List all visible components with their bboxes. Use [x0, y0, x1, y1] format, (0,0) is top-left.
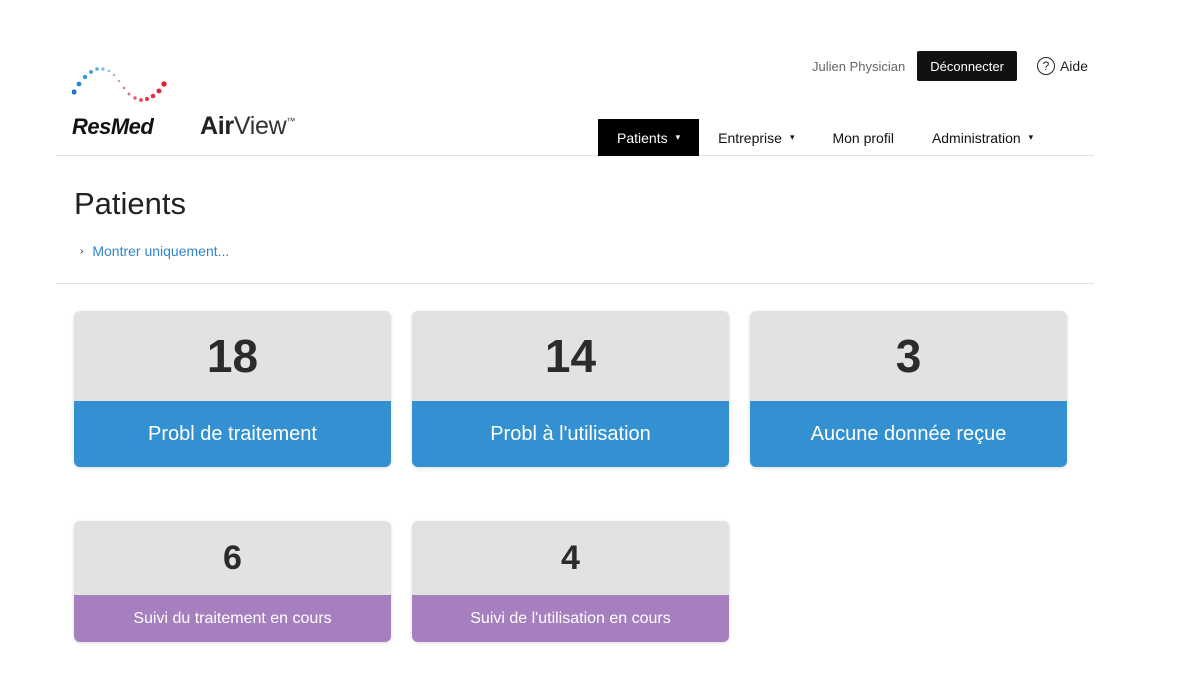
tile-label: Suivi du traitement en cours	[74, 595, 391, 642]
chevron-down-icon: ▾	[1028, 132, 1034, 142]
divider	[56, 283, 1094, 284]
tile-usage-problems[interactable]: 14 Probl à l'utilisation	[412, 311, 729, 467]
nav-label: Patients	[617, 129, 668, 146]
tile-treatment-problems[interactable]: 18 Probl de traitement	[74, 311, 391, 467]
user-bar: Julien Physician Déconnecter ? Aide	[812, 51, 1088, 81]
user-name: Julien Physician	[812, 58, 906, 74]
chevron-down-icon: ▾	[789, 132, 795, 142]
main-nav: Patients ▾ Entreprise ▾ Mon profil Admin…	[598, 119, 1035, 156]
tile-count: 4	[412, 521, 729, 595]
help-label: Aide	[1059, 58, 1088, 74]
resmed-airview-logo[interactable]: ResMed AirView™	[72, 62, 312, 142]
logout-button[interactable]: Déconnecter	[917, 51, 1017, 81]
help-icon: ?	[1036, 57, 1055, 75]
nav-label: Administration	[931, 129, 1021, 146]
tile-no-data-received[interactable]: 3 Aucune donnée reçue	[750, 311, 1067, 467]
header: ResMed AirView™ Julien Physician Déconne…	[56, 0, 1094, 156]
filter-toggle-link[interactable]: › Montrer uniquement...	[80, 243, 229, 259]
page-title: Patients	[74, 186, 187, 221]
tile-label: Suivi de l'utilisation en cours	[412, 595, 729, 642]
tile-count: 3	[750, 311, 1067, 401]
tile-count: 14	[412, 311, 729, 401]
filter-label: Montrer uniquement...	[92, 243, 230, 259]
nav-item-administration[interactable]: Administration ▾	[913, 119, 1035, 156]
tile-label: Probl à l'utilisation	[412, 401, 729, 467]
tile-label: Probl de traitement	[74, 401, 391, 467]
resmed-wave-icon	[72, 67, 167, 102]
nav-label: Entreprise	[718, 129, 782, 146]
resmed-wordmark: ResMed	[72, 114, 154, 139]
tile-count: 6	[74, 521, 391, 595]
chevron-right-icon: ›	[80, 245, 84, 257]
help-link[interactable]: ? Aide	[1036, 57, 1088, 75]
nav-label: Mon profil	[832, 129, 894, 146]
nav-item-entreprise[interactable]: Entreprise ▾	[699, 119, 813, 156]
nav-item-patients[interactable]: Patients ▾	[598, 119, 700, 156]
tile-usage-follow-up[interactable]: 4 Suivi de l'utilisation en cours	[412, 521, 729, 642]
airview-wordmark: AirView™	[200, 112, 296, 140]
tile-count: 18	[74, 311, 391, 401]
tile-label: Aucune donnée reçue	[750, 401, 1067, 467]
chevron-down-icon: ▾	[675, 132, 681, 142]
nav-item-mon-profil[interactable]: Mon profil	[813, 119, 912, 156]
tile-treatment-follow-up[interactable]: 6 Suivi du traitement en cours	[74, 521, 391, 642]
